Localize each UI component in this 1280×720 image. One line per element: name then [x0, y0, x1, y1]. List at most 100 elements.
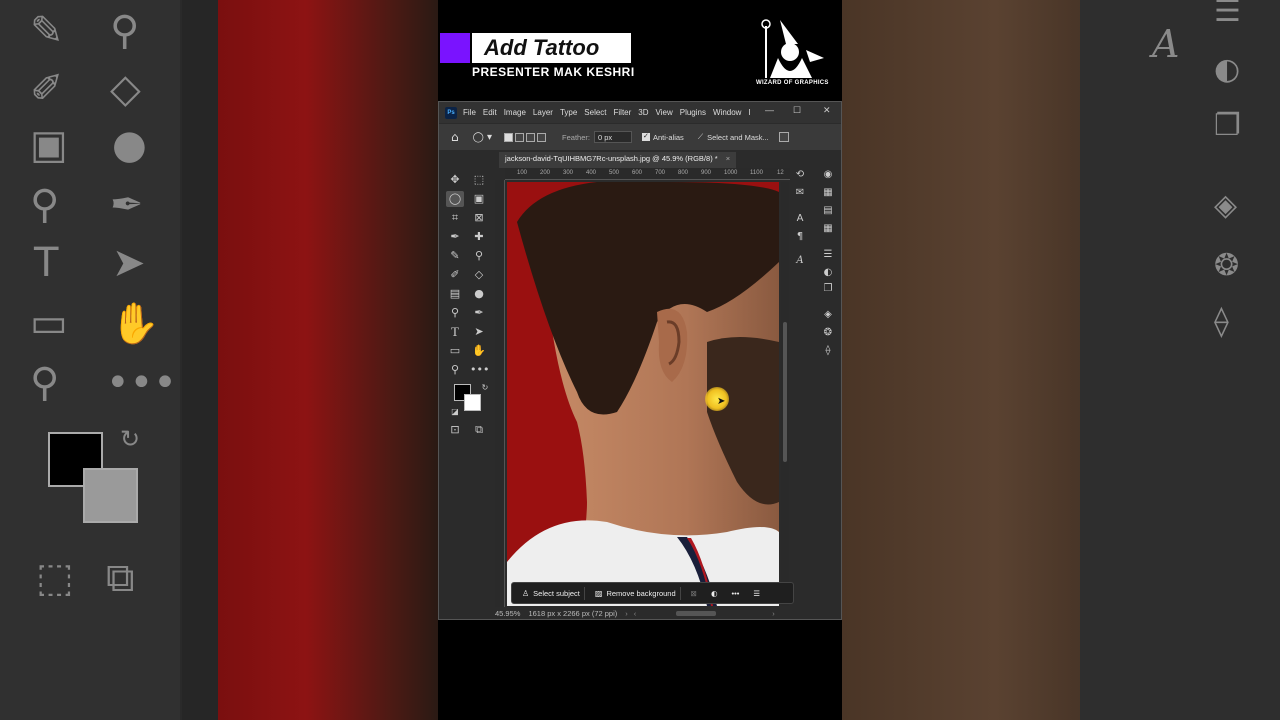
- status-arrow-icon[interactable]: ›: [625, 609, 628, 618]
- lasso-icon[interactable]: ◯: [446, 191, 464, 207]
- person-icon: ♙: [522, 588, 530, 598]
- glyphs-icon: A: [1152, 22, 1180, 66]
- rectangle-icon[interactable]: ▭: [446, 343, 464, 359]
- screen-mode-icon[interactable]: ⧉: [470, 422, 488, 438]
- subtract-selection-icon[interactable]: [526, 132, 536, 142]
- menu-window[interactable]: Window: [713, 108, 741, 117]
- scrollbar-thumb[interactable]: [783, 322, 787, 462]
- lasso-preset-icon[interactable]: ◯ ▾: [473, 132, 492, 143]
- menu-plugins[interactable]: Plugins: [680, 108, 706, 117]
- clone-stamp-icon[interactable]: ⚲: [470, 248, 488, 264]
- contrast-icon[interactable]: ◐: [707, 587, 722, 600]
- glyphs-icon[interactable]: A: [793, 254, 807, 268]
- more-options-icon[interactable]: •••: [728, 587, 744, 600]
- ruler-tick: 800: [678, 170, 689, 176]
- background-photo: [218, 0, 438, 720]
- zoom-icon[interactable]: ⚲: [446, 362, 464, 378]
- pen-icon[interactable]: ✒: [470, 305, 488, 321]
- swatches-icon[interactable]: ▦: [821, 186, 835, 200]
- layers-icon: ◈: [1214, 188, 1238, 223]
- character-icon[interactable]: A: [793, 212, 807, 226]
- menu-edit[interactable]: Edit: [483, 108, 497, 117]
- zoom-level[interactable]: 45.95%: [495, 609, 520, 618]
- scroll-right-icon[interactable]: ›: [772, 609, 775, 618]
- gradient-icon[interactable]: ▤: [446, 286, 464, 302]
- default-colors-icon[interactable]: ◪: [446, 404, 464, 420]
- eyedropper-icon[interactable]: ✒: [446, 229, 464, 245]
- presenter-label: PRESENTER MAK KESHRI: [472, 65, 635, 79]
- healing-icon[interactable]: ✚: [470, 229, 488, 245]
- patterns-icon[interactable]: ▦: [821, 222, 835, 236]
- intersect-selection-icon[interactable]: [537, 132, 547, 142]
- background-color[interactable]: [464, 394, 481, 411]
- document-tab[interactable]: jackson-david-TqUIHBMG7Rc-unsplash.jpg @…: [499, 152, 737, 168]
- library-icon: ❐: [1214, 108, 1241, 143]
- color-panel-icon[interactable]: ◉: [821, 168, 835, 182]
- gradients-icon[interactable]: ▤: [821, 204, 835, 218]
- quick-mask-icon: ⬚: [36, 555, 74, 601]
- close-button[interactable]: ✕: [823, 105, 831, 116]
- menu-type[interactable]: Type: [560, 108, 577, 117]
- history-panel-icon[interactable]: ⟲: [793, 168, 807, 182]
- feather-input[interactable]: 0 px: [593, 131, 632, 143]
- channels-icon[interactable]: ❂: [821, 326, 835, 340]
- scroll-left-icon[interactable]: ‹: [634, 609, 637, 618]
- quick-mask-button[interactable]: [778, 132, 791, 142]
- path-select-icon[interactable]: ➤: [470, 324, 488, 340]
- ruler-vertical: [495, 180, 505, 607]
- adjustments-icon[interactable]: ◐: [821, 266, 835, 280]
- settings-sliders-icon[interactable]: ☰: [749, 587, 764, 600]
- crop-icon[interactable]: ⌗: [446, 210, 464, 226]
- ruler-tick: 1100: [750, 170, 763, 176]
- ruler-tick: 300: [563, 170, 574, 176]
- new-selection-icon[interactable]: [504, 132, 514, 142]
- marquee-icon[interactable]: ⬚: [470, 172, 488, 188]
- background-left: ✎ ⚲ ✐ ◇ ▣ ● ⚲ ✒ T ➤ ▭ ✋ ⚲ ••• ↻ ⬚ ⧉: [0, 0, 438, 720]
- vertical-scrollbar[interactable]: [781, 182, 789, 606]
- menu-select[interactable]: Select: [584, 108, 606, 117]
- paths-icon[interactable]: ⟠: [821, 344, 835, 358]
- menu-image[interactable]: Image: [504, 108, 526, 117]
- blur-icon[interactable]: ●: [470, 286, 488, 302]
- antialias-checkbox[interactable]: ✓ Anti-alias: [641, 133, 684, 142]
- ruler-tick: 1000: [724, 170, 738, 176]
- menu-filter[interactable]: Filter: [614, 108, 632, 117]
- brush-icon[interactable]: ✎: [446, 248, 464, 264]
- select-and-mask-button[interactable]: ⟋ Select and Mask...: [698, 132, 769, 142]
- frame-icon[interactable]: ⊠: [470, 210, 488, 226]
- menu-file[interactable]: File: [463, 108, 476, 117]
- menu-help-truncated[interactable]: I: [748, 108, 750, 117]
- horizontal-scrollbar[interactable]: [676, 610, 717, 616]
- menu-3d[interactable]: 3D: [638, 108, 648, 117]
- add-selection-icon[interactable]: [515, 132, 525, 142]
- home-icon[interactable]: ⌂: [451, 130, 459, 144]
- menu-layer[interactable]: Layer: [533, 108, 553, 117]
- object-select-icon[interactable]: ▣: [470, 191, 488, 207]
- move-icon[interactable]: ✥: [446, 172, 464, 188]
- check-icon: ✓: [641, 133, 650, 141]
- select-subject-button[interactable]: ♙ Select subject: [518, 586, 585, 600]
- eraser-icon[interactable]: ◇: [470, 267, 488, 283]
- comments-icon[interactable]: ✉: [793, 186, 807, 200]
- document-canvas[interactable]: ➤: [507, 182, 779, 606]
- more-icon[interactable]: •••: [470, 362, 489, 378]
- remove-background-button[interactable]: ▨ Remove background: [591, 586, 681, 600]
- options-bar: ⌂ ◯ ▾ Feather: 0 px ✓ Anti-alias ⟋ Selec…: [439, 124, 841, 150]
- quick-mask-icon[interactable]: ⊡: [446, 422, 464, 438]
- minimize-button[interactable]: —: [765, 105, 774, 115]
- menu-view[interactable]: View: [656, 108, 673, 117]
- properties-icon[interactable]: ☰: [821, 248, 835, 262]
- hand-icon[interactable]: ✋: [470, 343, 488, 359]
- history-brush-icon[interactable]: ✐: [446, 267, 464, 283]
- paragraph-icon[interactable]: ¶: [793, 230, 807, 244]
- type-icon[interactable]: T: [446, 324, 464, 340]
- dodge-icon[interactable]: ⚲: [446, 305, 464, 321]
- close-tab-icon[interactable]: ×: [726, 154, 730, 163]
- libraries-icon[interactable]: ❐: [821, 282, 835, 296]
- brush-mask-icon: ⟋: [697, 132, 704, 141]
- rectangle-icon: ▭: [30, 300, 68, 346]
- maximize-button[interactable]: ☐: [793, 105, 801, 116]
- transform-icon[interactable]: ⊠: [687, 587, 701, 600]
- layers-icon[interactable]: ◈: [821, 308, 835, 322]
- channels-icon: ❂: [1214, 248, 1240, 283]
